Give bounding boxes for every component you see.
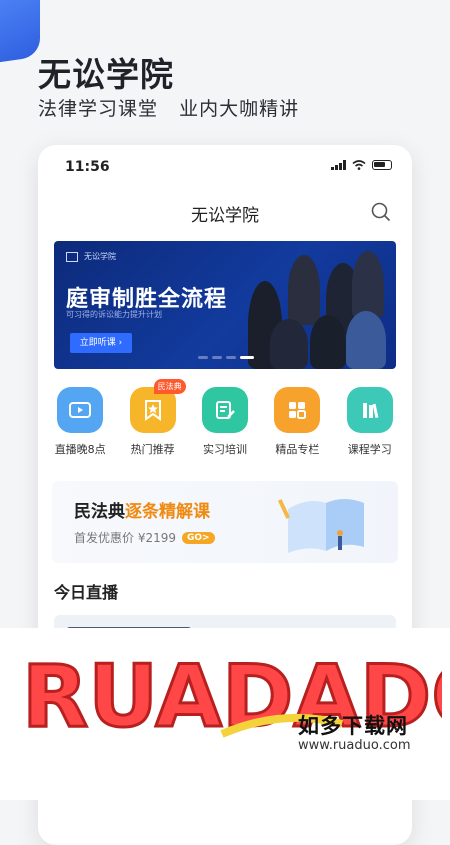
watermark-cn: 如多下载网 <box>298 714 408 738</box>
section-title-live: 今日直播 <box>54 583 119 602</box>
battery-icon <box>372 160 392 170</box>
category-label: 精品专栏 <box>275 443 320 456</box>
category-label: 课程学习 <box>347 443 392 456</box>
promo-card-title-highlight: 逐条精解课 <box>125 502 210 522</box>
decorative-corner-shape <box>0 0 40 64</box>
promo-card-title-main: 民法典 <box>74 502 125 522</box>
category-label: 直播晚8点 <box>54 443 106 456</box>
promo-card-price: 首发优惠价 ¥2199 GO> <box>74 529 215 546</box>
course-banner[interactable]: 无讼学院 庭审制胜全流程 可习得的诉讼能力提升计划 立即听课 › <box>54 241 396 369</box>
book-illustration-icon <box>278 499 364 553</box>
nav-title: 无讼学院 <box>191 206 259 226</box>
watermark-url: www.ruaduo.com <box>298 738 411 753</box>
category-badge: 民法典 <box>153 379 186 394</box>
category-label: 实习培训 <box>202 443 247 456</box>
banner-logo-text: 无讼学院 <box>84 252 116 261</box>
status-bar: 11:56 <box>38 157 412 179</box>
wifi-icon <box>352 160 366 170</box>
status-time: 11:56 <box>65 159 110 175</box>
promo-title: 无讼学院 <box>38 55 174 94</box>
category-hot[interactable]: 民法典 热门推荐 <box>118 379 188 457</box>
lecturer-photos <box>240 241 390 369</box>
tv-icon <box>57 387 104 433</box>
carousel-dots <box>198 356 254 359</box>
listen-now-button[interactable]: 立即听课 › <box>70 333 132 353</box>
category-live[interactable]: 直播晚8点 <box>45 387 115 457</box>
category-premium[interactable]: 精品专栏 <box>262 387 332 457</box>
promo-subtitle: 法律学习课堂 业内大咖精讲 <box>38 98 300 120</box>
grid-icon <box>274 387 321 433</box>
promo-card-price-text: 首发优惠价 ¥2199 <box>74 531 176 545</box>
category-icons-row: 直播晚8点 民法典 热门推荐 实习培训 精品专栏 课程学习 <box>38 379 412 457</box>
go-button[interactable]: GO> <box>182 531 215 544</box>
category-label: 热门推荐 <box>130 443 175 456</box>
status-icons <box>331 160 392 170</box>
promo-card-title: 民法典逐条精解课 <box>74 497 210 522</box>
category-internship[interactable]: 实习培训 <box>190 387 260 457</box>
category-courses[interactable]: 课程学习 <box>335 387 405 457</box>
civil-code-promo-card[interactable]: 民法典逐条精解课 首发优惠价 ¥2199 GO> <box>52 481 398 563</box>
banner-logo-mark <box>66 251 78 262</box>
signal-icon <box>331 160 346 170</box>
document-edit-icon <box>201 387 248 433</box>
banner-subtitle: 可习得的诉讼能力提升计划 <box>66 310 162 319</box>
banner-logo: 无讼学院 <box>66 251 116 262</box>
search-icon[interactable] <box>370 201 392 223</box>
books-icon <box>346 387 393 433</box>
